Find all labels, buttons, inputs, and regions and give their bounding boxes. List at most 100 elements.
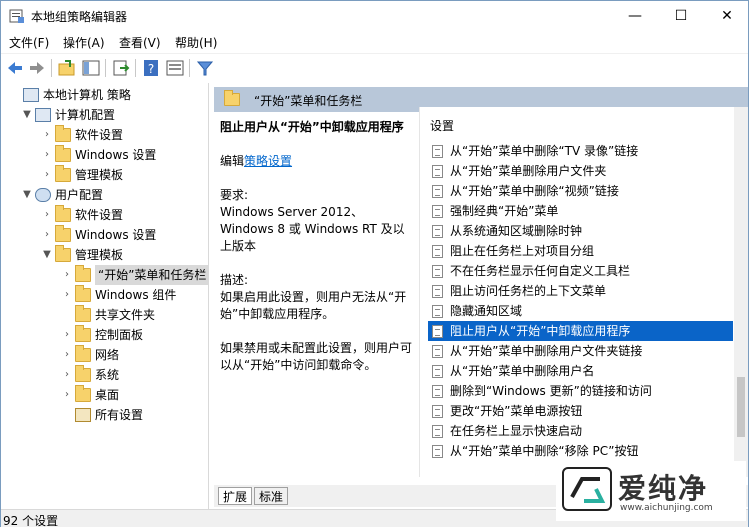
setting-list-item[interactable]: 从“开始”菜单中删除用户文件夹链接 [428,341,733,361]
tree-item[interactable]: › 控制面板 [1,325,208,345]
menu-action[interactable]: 操作(A) [63,34,105,51]
edit-line: 编辑策略设置 [220,153,416,170]
tab-extended[interactable]: 扩展 [218,487,253,505]
up-folder-icon[interactable] [57,58,77,78]
maximize-button[interactable]: ☐ [658,1,704,31]
settings-list: 设置 从“开始”菜单中删除“TV 录像”链接 从“开始”菜单删除用户文件夹 从“开始… [419,107,734,477]
export-list-icon[interactable] [111,58,131,78]
tree-item[interactable]: › 软件设置 [1,125,208,145]
tree-item[interactable]: › Windows 组件 [1,285,208,305]
description-text-1: 如果启用此设置，则用户无法从“开始”中卸载应用程序。 [220,290,407,321]
minimize-button[interactable]: — [612,1,658,31]
setting-name: 从“开始”菜单中删除“TV 录像”链接 [450,144,639,158]
setting-list-item[interactable]: 从“开始”菜单删除用户文件夹 [428,161,733,181]
setting-list-item[interactable]: 更改“开始”菜单电源按钮 [428,401,733,421]
setting-list-item[interactable]: 从“开始”菜单中删除“视频”链接 [428,181,733,201]
tree-item[interactable]: ▼ 计算机配置 [1,105,208,125]
setting-name: 从“开始”菜单删除用户文件夹 [450,164,607,178]
tree-item[interactable]: › Windows 设置 [1,225,208,245]
expanded-arrow-icon[interactable]: ▼ [21,105,33,125]
policy-setting-icon [432,325,443,338]
policy-title: 阻止用户从“开始”中卸载应用程序 [220,120,404,134]
toolbar-separator [135,59,136,77]
expand-arrow-icon[interactable]: › [61,325,73,345]
tree-item[interactable]: ▼ 用户配置 [1,185,208,205]
menu-file[interactable]: 文件(F) [9,34,49,51]
tree-item-label: 所有设置 [95,408,144,422]
details-pane: “开始”菜单和任务栏 阻止用户从“开始”中卸载应用程序 编辑策略设置 要求: W… [214,83,748,509]
expand-arrow-icon[interactable]: › [41,205,53,225]
show-hide-tree-icon[interactable] [81,58,101,78]
expand-arrow-icon[interactable]: › [61,365,73,385]
setting-name: 更改“开始”菜单电源按钮 [450,404,583,418]
setting-list-item[interactable]: 阻止在任务栏上对项目分组 [428,241,733,261]
setting-list-item[interactable]: 从“开始”菜单中删除“TV 录像”链接 [428,141,733,161]
expand-arrow-icon[interactable]: › [61,285,73,305]
expand-arrow-icon[interactable]: › [41,225,53,245]
computer-icon [35,108,51,122]
back-arrow-icon[interactable] [5,58,25,78]
setting-list-item[interactable]: 隐藏通知区域 [428,301,733,321]
expand-arrow-icon[interactable]: › [41,165,53,185]
expand-arrow-icon[interactable]: › [61,265,73,285]
tree-item-label: 本地计算机 策略 [43,88,131,102]
vertical-scrollbar[interactable] [734,107,748,477]
tree-item-label: 软件设置 [75,208,124,222]
tree-item[interactable]: 所有设置 [1,405,208,425]
setting-name: 阻止用户从“开始”中卸载应用程序 [450,324,631,338]
setting-list-item[interactable]: 删除到“Windows 更新”的链接和访问 [428,381,733,401]
expanded-arrow-icon[interactable]: ▼ [41,245,53,265]
expanded-arrow-icon[interactable]: ▼ [21,185,33,205]
toolbar-separator [105,59,106,77]
tab-standard[interactable]: 标准 [254,487,289,505]
setting-list-item[interactable]: 不在任务栏显示任何自定义工具栏 [428,261,733,281]
tree-item[interactable]: › 管理模板 [1,165,208,185]
properties-icon[interactable] [165,58,185,78]
folder-icon [75,285,91,302]
setting-list-item[interactable]: 阻止访问任务栏的上下文菜单 [428,281,733,301]
forward-arrow-icon[interactable] [27,58,47,78]
tree-item[interactable]: 共享文件夹 [1,305,208,325]
setting-list-item[interactable]: 从“开始”菜单中删除“移除 PC”按钮 [428,441,733,461]
menu-bar: 文件(F) 操作(A) 查看(V) 帮助(H) [1,31,748,53]
policy-setting-icon [432,365,443,378]
tree-item[interactable]: › Windows 设置 [1,145,208,165]
help-icon[interactable]: ? [141,58,161,78]
settings-column-header[interactable]: 设置 [430,117,454,134]
gpedit-window: 本地组策略编辑器 — ☐ ✕ 文件(F) 操作(A) 查看(V) 帮助(H) ?… [0,0,749,528]
policy-setting-icon [432,205,443,218]
edit-policy-link[interactable]: 策略设置 [244,154,292,168]
expand-arrow-icon[interactable]: › [61,385,73,405]
setting-name: 从“开始”菜单中删除“视频”链接 [450,184,619,198]
close-button[interactable]: ✕ [704,1,749,31]
tree-item[interactable]: › “开始”菜单和任务栏 [1,265,208,285]
all-settings-icon [75,408,91,422]
filter-icon[interactable] [195,58,215,78]
setting-name: 从系统通知区域删除时钟 [450,224,583,238]
menu-view[interactable]: 查看(V) [119,34,161,51]
expand-arrow-icon[interactable]: › [41,145,53,165]
scroll-thumb[interactable] [737,377,745,437]
tree-item[interactable]: › 桌面 [1,385,208,405]
policy-setting-icon [432,225,443,238]
tree-item[interactable]: › 软件设置 [1,205,208,225]
edit-prefix: 编辑 [220,154,245,168]
tree-item[interactable]: ▼ 管理模板 [1,245,208,265]
setting-list-item[interactable]: 从“开始”菜单中删除用户名 [428,361,733,381]
folder-icon [75,385,91,402]
expand-arrow-icon[interactable]: › [61,345,73,365]
tree-item[interactable]: › 网络 [1,345,208,365]
tree-item[interactable]: 本地计算机 策略 [1,85,208,105]
setting-name: 不在任务栏显示任何自定义工具栏 [450,264,631,278]
menu-help[interactable]: 帮助(H) [175,34,217,51]
description-text-2: 如果禁用或未配置此设置，则用户可以从“开始”中访问卸载命令。 [220,341,413,372]
setting-name: 阻止访问任务栏的上下文菜单 [450,284,607,298]
setting-name: 从“开始”菜单中删除“移除 PC”按钮 [450,444,639,458]
setting-list-item[interactable]: 在任务栏上显示快速启动 [428,421,733,441]
setting-list-item[interactable]: 从系统通知区域删除时钟 [428,221,733,241]
setting-list-item[interactable]: 阻止用户从“开始”中卸载应用程序 [428,321,733,341]
setting-list-item[interactable]: 强制经典“开始”菜单 [428,201,733,221]
tree-item[interactable]: › 系统 [1,365,208,385]
navigation-tree: 本地计算机 策略 ▼ 计算机配置 › 软件设置 › Windows 设置 › 管理模板 ▼ 用户配置… [1,83,209,509]
expand-arrow-icon[interactable]: › [41,125,53,145]
